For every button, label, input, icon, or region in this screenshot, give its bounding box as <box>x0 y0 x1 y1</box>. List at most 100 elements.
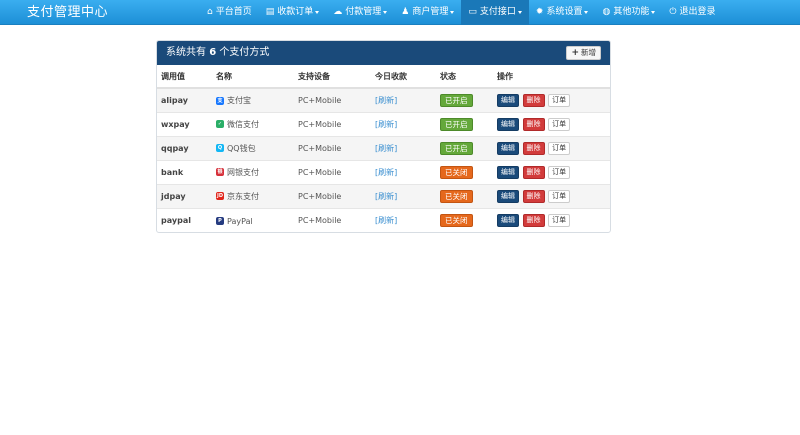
status-cell: 已开启 <box>436 87 493 112</box>
status-toggle[interactable]: 已关闭 <box>440 189 473 203</box>
globe-icon: ◍ <box>602 7 611 17</box>
edit-button[interactable]: 编辑 <box>497 141 519 155</box>
caret-down-icon <box>315 11 320 14</box>
nav-item-7[interactable]: ⏻ 退出登录 <box>662 0 722 25</box>
device-support: PC+Mobile <box>294 207 371 232</box>
list-icon: ▤ <box>265 7 275 17</box>
refresh-link[interactable]: [刷新] <box>375 96 397 105</box>
caret-down-icon <box>450 11 455 14</box>
nav-item-3[interactable]: ♟ 商户管理 <box>394 0 461 25</box>
method-code: alipay <box>157 87 212 112</box>
status-cell: 已关闭 <box>436 159 493 184</box>
edit-button[interactable]: 编辑 <box>497 93 519 107</box>
nav-item-5[interactable]: ✹ 系统设置 <box>529 0 596 25</box>
power-icon: ⏻ <box>669 7 677 17</box>
method-code: qqpay <box>157 135 212 160</box>
status-toggle[interactable]: 已开启 <box>440 93 473 107</box>
nav-item-2[interactable]: ☁ 付款管理 <box>326 0 394 25</box>
paypal-icon: P <box>216 217 224 225</box>
method-name: Q QQ钱包 <box>216 143 256 154</box>
nav-item-label: 支付接口 <box>479 7 516 17</box>
brand-title[interactable]: 支付管理中心 <box>27 0 108 25</box>
orders-button[interactable]: 订单 <box>548 117 571 131</box>
orders-button[interactable]: 订单 <box>548 165 571 179</box>
delete-button[interactable]: 删除 <box>522 189 545 203</box>
nav-item-1[interactable]: ▤ 收款订单 <box>259 0 327 25</box>
method-name: ✓ 微信支付 <box>216 119 259 130</box>
edit-button[interactable]: 编辑 <box>497 213 519 227</box>
orders-button[interactable]: 订单 <box>548 141 571 155</box>
orders-button[interactable]: 订单 <box>548 213 571 227</box>
method-name-label: 微信支付 <box>227 119 259 129</box>
method-code: paypal <box>157 207 212 232</box>
delete-button[interactable]: 删除 <box>522 141 545 155</box>
method-name-cell: ✓ 微信支付 <box>212 111 294 136</box>
top-navbar: 支付管理中心 ⌂ 平台首页 ▤ 收款订单 ☁ 付款管理 ♟ 商户管理 ▭ 支付接口 ✹ 系统设置 ◍ 其他… <box>0 0 800 25</box>
table-row: paypal P PayPal PC+Mobile [刷新] 已关闭 编辑 删除 订单 <box>157 207 610 232</box>
orders-button[interactable]: 订单 <box>548 93 571 107</box>
nav-item-label: 系统设置 <box>546 7 583 17</box>
today-income-cell: [刷新] <box>371 183 436 208</box>
delete-button[interactable]: 删除 <box>522 117 545 131</box>
nav-item-6[interactable]: ◍ 其他功能 <box>595 0 662 25</box>
device-support: PC+Mobile <box>294 135 371 160</box>
home-icon: ⌂ <box>207 7 213 17</box>
device-support: PC+Mobile <box>294 159 371 184</box>
delete-button[interactable]: 删除 <box>522 213 545 227</box>
edit-button[interactable]: 编辑 <box>497 117 519 131</box>
nav-item-0[interactable]: ⌂ 平台首页 <box>200 0 259 25</box>
header-name: 名称 <box>212 65 294 89</box>
today-income-cell: [刷新] <box>371 159 436 184</box>
nav-item-4[interactable]: ▭ 支付接口 <box>461 0 529 25</box>
refresh-link[interactable]: [刷新] <box>375 168 397 177</box>
refresh-link[interactable]: [刷新] <box>375 216 397 225</box>
device-support: PC+Mobile <box>294 111 371 136</box>
panel-header: 系统共有 6 个支付方式 + 新增 <box>157 41 610 65</box>
refresh-link[interactable]: [刷新] <box>375 120 397 129</box>
status-toggle[interactable]: 已开启 <box>440 117 473 131</box>
title-prefix: 系统共有 <box>166 47 206 58</box>
method-name-label: 网银支付 <box>227 167 259 177</box>
method-name-label: 京东支付 <box>227 191 259 201</box>
status-toggle[interactable]: 已开启 <box>440 141 473 155</box>
edit-button[interactable]: 编辑 <box>497 165 519 179</box>
method-name: 支支付宝 <box>216 95 251 106</box>
table-header-row: 调用值 名称 支持设备 今日收款 状态 操作 <box>157 65 610 89</box>
user-icon: ♟ <box>401 7 410 17</box>
method-name-cell: 银网银支付 <box>212 159 294 184</box>
device-support: PC+Mobile <box>294 183 371 208</box>
method-name-label: PayPal <box>227 216 253 226</box>
nav-item-label: 退出登录 <box>679 7 716 17</box>
nav-item-label: 收款订单 <box>277 7 314 17</box>
jd-icon: JD <box>216 192 224 201</box>
panel-title: 系统共有 6 个支付方式 <box>166 41 269 65</box>
status-cell: 已开启 <box>436 111 493 136</box>
method-name-cell: 支支付宝 <box>212 87 294 112</box>
delete-button[interactable]: 删除 <box>522 93 545 107</box>
header-status: 状态 <box>436 65 493 89</box>
refresh-link[interactable]: [刷新] <box>375 192 397 201</box>
status-toggle[interactable]: 已关闭 <box>440 213 473 227</box>
delete-button[interactable]: 删除 <box>522 165 545 179</box>
table-row: jdpay JD 京东支付 PC+Mobile [刷新] 已关闭 编辑 删除 订单 <box>157 183 610 208</box>
orders-button[interactable]: 订单 <box>548 189 571 203</box>
status-cell: 已关闭 <box>436 207 493 232</box>
refresh-link[interactable]: [刷新] <box>375 144 397 153</box>
header-code: 调用值 <box>157 65 212 89</box>
header-actions: 操作 <box>493 65 610 89</box>
caret-down-icon <box>517 11 522 14</box>
gear-icon: ✹ <box>535 7 544 17</box>
method-name-cell: P PayPal <box>212 207 294 232</box>
status-toggle[interactable]: 已关闭 <box>440 165 473 179</box>
today-income-cell: [刷新] <box>371 207 436 232</box>
status-cell: 已开启 <box>436 135 493 160</box>
today-income-cell: [刷新] <box>371 111 436 136</box>
add-payment-button[interactable]: + 新增 <box>566 46 601 60</box>
method-code: jdpay <box>157 183 212 208</box>
nav-item-label: 其他功能 <box>613 7 650 17</box>
edit-button[interactable]: 编辑 <box>497 189 519 203</box>
status-cell: 已关闭 <box>436 183 493 208</box>
cloud-icon: ☁ <box>333 7 343 17</box>
actions-cell: 编辑 删除 订单 <box>493 159 610 184</box>
table-row: bank 银网银支付 PC+Mobile [刷新] 已关闭 编辑 删除 订单 <box>157 159 610 184</box>
